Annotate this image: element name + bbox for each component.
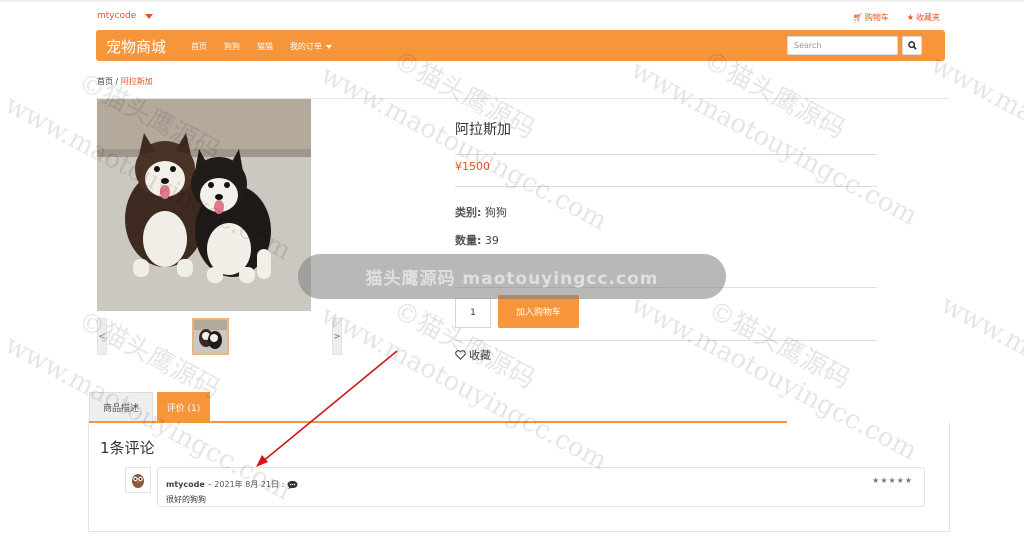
puppies-thumbnail (194, 320, 227, 353)
breadcrumb-current[interactable]: 阿拉斯加 (121, 77, 153, 86)
review-date: – 2021年 8月 21日 : (207, 480, 285, 489)
chevron-right-icon[interactable]: > (333, 332, 341, 342)
product-main-image[interactable] (97, 99, 311, 311)
watermark-band: 猫头鹰源码 maotouyingcc.com (298, 254, 726, 299)
reviews-count-title: 1条评论 (100, 439, 155, 457)
favorite-label[interactable]: 收藏 (469, 347, 491, 363)
review-author: mtycode (166, 480, 205, 489)
chevron-left-icon[interactable]: < (98, 332, 106, 342)
tab-reviews[interactable]: 评价 (1) (157, 392, 210, 422)
review-header: mtycode – 2021年 8月 21日 : (166, 479, 298, 490)
comment-icon[interactable] (287, 480, 298, 490)
cart-link[interactable]: 🛒︎ 购物车 (853, 12, 889, 23)
nav-item-dogs[interactable]: 狗狗 (224, 41, 240, 52)
avatar (125, 467, 151, 493)
breadcrumb: 首页 / 阿拉斯加 (97, 76, 153, 87)
review-text: 很好的狗狗 (166, 495, 206, 504)
search-input[interactable] (787, 36, 898, 55)
search-button[interactable] (902, 36, 922, 55)
puppies-photo (97, 99, 311, 311)
prev-image-button[interactable]: < (97, 318, 107, 355)
next-image-button[interactable]: > (332, 318, 342, 355)
stock-value: 39 (484, 234, 499, 247)
user-menu[interactable]: mtycode (97, 11, 154, 21)
nav-item-orders-label[interactable]: 我的订单 (290, 42, 322, 51)
stock-label: 数量: (455, 234, 482, 247)
breadcrumb-home[interactable]: 首页 (97, 77, 113, 86)
favorite-button[interactable]: 收藏 (455, 347, 491, 363)
top-links: 🛒︎ 购物车 ★ 收藏夹 (853, 12, 940, 23)
tab-description[interactable]: 商品描述 (89, 392, 153, 422)
main-navbar: 宠物商城 首页 狗狗 猫猫 我的订单 (96, 30, 945, 61)
breadcrumb-separator: / (115, 77, 119, 86)
thumbnail-strip: < > (97, 318, 342, 355)
divider (455, 186, 877, 187)
star-icon: ★ (906, 13, 914, 22)
nav-menu: 首页 狗狗 猫猫 我的订单 (191, 41, 332, 52)
divider (455, 340, 877, 341)
category-label: 类别: (455, 206, 482, 219)
chevron-down-icon[interactable] (326, 44, 332, 49)
thumbnail-image[interactable] (192, 318, 229, 355)
review-rating: ★★★★★ (872, 476, 913, 485)
product-category: 类别: 狗狗 (455, 204, 507, 220)
product-title: 阿拉斯加 (455, 122, 511, 138)
quantity-input[interactable] (455, 298, 491, 328)
chevron-down-icon[interactable] (145, 13, 154, 19)
nav-item-cats[interactable]: 猫猫 (257, 41, 273, 52)
owl-avatar-icon (132, 474, 144, 488)
nav-item-orders[interactable]: 我的订单 (290, 41, 332, 52)
divider (455, 154, 877, 155)
review-item: mtycode – 2021年 8月 21日 : 很好的狗狗 ★★★★★ (157, 467, 925, 507)
add-to-cart-button[interactable]: 加入购物车 (498, 295, 579, 328)
watermark-text: www.maotouyingcc.com (925, 50, 1024, 227)
cart-icon: 🛒︎ (852, 13, 863, 22)
user-name[interactable]: mtycode (97, 11, 136, 21)
heart-icon[interactable] (455, 350, 466, 360)
top-border (0, 0, 1024, 2)
category-value: 狗狗 (484, 206, 507, 219)
product-price: ¥1500 (455, 160, 490, 173)
favorites-link-label[interactable]: 收藏夹 (916, 13, 940, 22)
brand-logo[interactable]: 宠物商城 (106, 36, 166, 57)
watermark-text: ©猫头鹰源码 (703, 295, 855, 396)
cart-link-label[interactable]: 购物车 (865, 13, 889, 22)
watermark-text: www.maotouyingcc.com (625, 55, 922, 232)
favorites-link[interactable]: ★ 收藏夹 (907, 12, 940, 23)
search-icon[interactable] (907, 41, 917, 50)
nav-item-home[interactable]: 首页 (191, 41, 207, 52)
product-stock: 数量: 39 (455, 232, 499, 248)
